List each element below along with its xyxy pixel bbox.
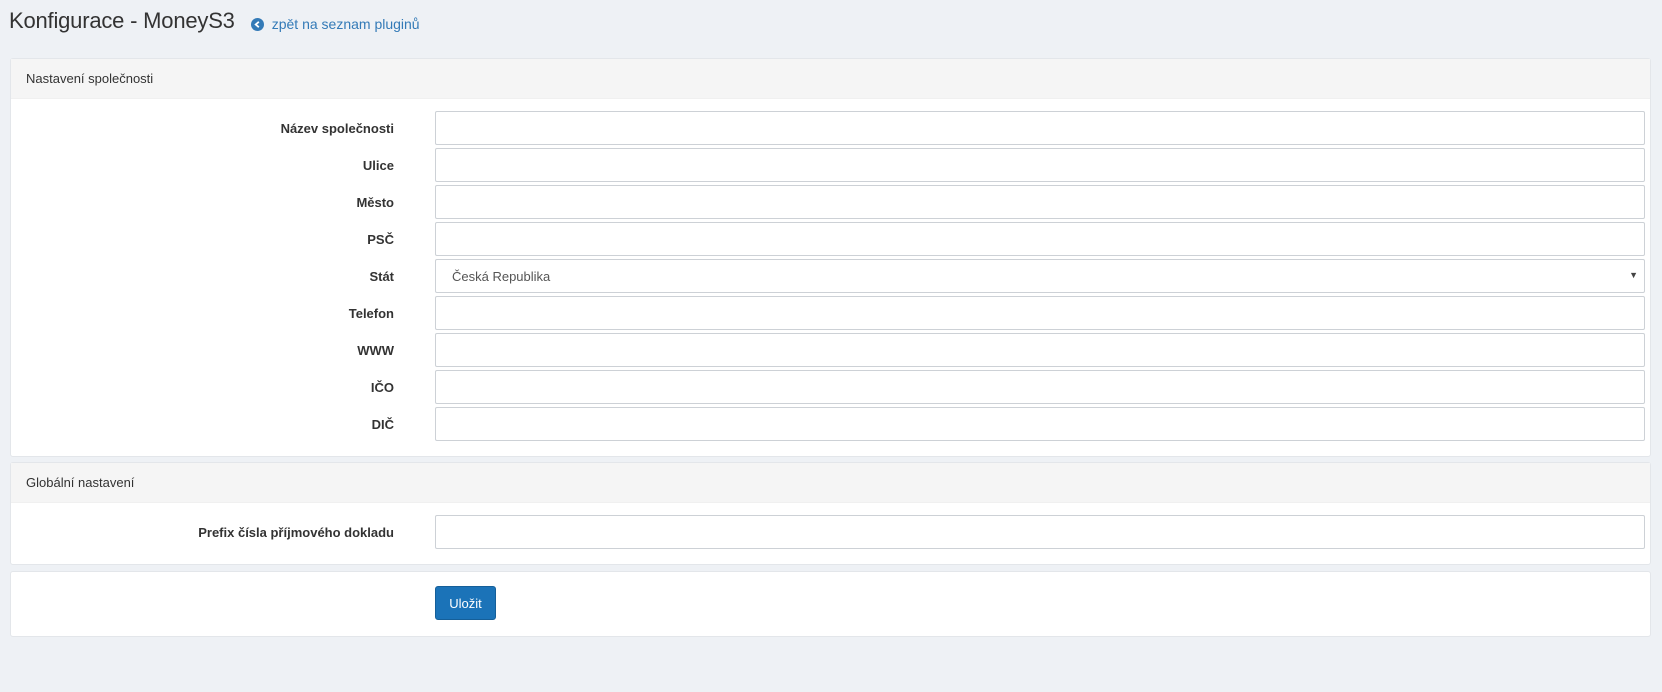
company-name-input[interactable] xyxy=(435,111,1645,145)
field-label: Název společnosti xyxy=(280,120,394,136)
zip-input[interactable] xyxy=(435,222,1645,256)
actions-panel: Uložit xyxy=(10,571,1651,637)
arrow-circle-left-icon xyxy=(250,18,264,31)
field-label: Telefon xyxy=(348,305,394,321)
dic-input[interactable] xyxy=(435,407,1645,441)
form-row-ico: IČO xyxy=(11,370,1650,404)
form-row-www: WWW xyxy=(11,333,1650,367)
ico-input[interactable] xyxy=(435,370,1645,404)
company-settings-panel: Nastavení společnosti Název společnosti … xyxy=(10,58,1651,457)
form-row-phone: Telefon xyxy=(11,296,1650,330)
field-label: DIČ xyxy=(371,416,394,432)
street-input[interactable] xyxy=(435,148,1645,182)
field-label: WWW xyxy=(357,342,394,358)
panel-heading: Nastavení společnosti xyxy=(11,59,1650,99)
city-input[interactable] xyxy=(435,185,1645,219)
save-button[interactable]: Uložit xyxy=(435,586,496,620)
country-select[interactable]: Česká Republika ▼ xyxy=(435,259,1645,293)
field-label: Město xyxy=(356,194,394,210)
phone-input[interactable] xyxy=(435,296,1645,330)
back-link-label: zpět na seznam pluginů xyxy=(271,15,420,32)
form-row-receipt-prefix: Prefix čísla příjmového dokladu xyxy=(11,515,1650,549)
form-row-dic: DIČ xyxy=(11,407,1650,441)
field-label: Ulice xyxy=(362,157,394,173)
receipt-prefix-input[interactable] xyxy=(435,515,1645,549)
back-to-plugins-link[interactable]: zpět na seznam pluginů xyxy=(250,15,420,32)
page-title: Konfigurace - MoneyS3 xyxy=(9,8,235,33)
www-input[interactable] xyxy=(435,333,1645,367)
form-row-country: Stát Česká Republika ▼ xyxy=(11,259,1650,293)
field-label: Prefix čísla příjmového dokladu xyxy=(198,524,394,540)
form-row-city: Město xyxy=(11,185,1650,219)
form-row-street: Ulice xyxy=(11,148,1650,182)
form-row-company-name: Název společnosti xyxy=(11,111,1650,145)
caret-down-icon: ▼ xyxy=(1629,270,1638,280)
page-header: Konfigurace - MoneyS3 zpět na seznam plu… xyxy=(9,8,420,34)
field-label: IČO xyxy=(370,379,394,395)
form-row-zip: PSČ xyxy=(11,222,1650,256)
panel-heading: Globální nastavení xyxy=(11,463,1650,503)
country-select-value: Česká Republika xyxy=(452,268,551,284)
field-label: Stát xyxy=(369,268,394,284)
field-label: PSČ xyxy=(367,231,394,247)
global-settings-panel: Globální nastavení Prefix čísla příjmové… xyxy=(10,462,1651,565)
